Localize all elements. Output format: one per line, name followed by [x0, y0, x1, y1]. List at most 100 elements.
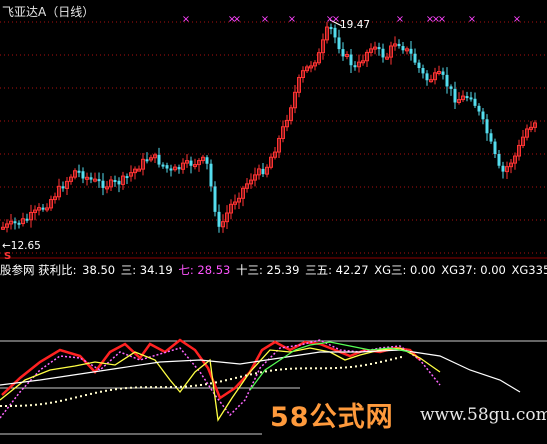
trend-dot	[250, 373, 252, 376]
trend-dot	[100, 390, 102, 393]
candle-body	[113, 180, 117, 183]
trend-dot	[205, 383, 207, 386]
candle-body	[145, 159, 149, 162]
trend-dot	[165, 386, 167, 389]
trend-dot	[370, 362, 372, 365]
trend-dot	[225, 379, 227, 382]
candle-body	[101, 180, 105, 188]
trend-dot	[215, 381, 217, 384]
trend-dot	[130, 386, 132, 389]
signal-marker: ×	[438, 14, 446, 25]
trend-dot	[185, 385, 187, 388]
indicator-values-row: 股参网 获利比: 38.50 三: 34.19 七: 28.53 十三: 25.…	[0, 262, 547, 278]
trend-dot	[310, 367, 312, 370]
trend-dot	[155, 386, 157, 389]
trend-dot	[150, 386, 152, 389]
signal-marker: ×	[468, 14, 476, 25]
trend-dot	[275, 369, 277, 372]
candle-body	[157, 154, 161, 165]
high-price-label: 19.47	[340, 19, 371, 31]
chart-title: 飞亚达A（日线）	[2, 5, 95, 19]
trend-dot	[260, 371, 262, 374]
trend-dot	[175, 385, 177, 388]
candle-body	[17, 222, 21, 225]
trend-dot	[50, 401, 52, 404]
trend-dot	[395, 357, 397, 360]
stock-chart-canvas: × ×× × × ×× × ××× × ×	[0, 14, 547, 435]
trend-dot	[140, 386, 142, 389]
trend-dot	[325, 367, 327, 370]
candle-body	[377, 47, 381, 50]
signal-marker: ×	[513, 14, 521, 25]
candle-body	[333, 27, 337, 38]
candle-body	[209, 163, 213, 187]
indicator-item: 38.50	[78, 263, 116, 277]
candle-body	[469, 97, 473, 100]
candle-body	[489, 133, 493, 142]
candle-body	[445, 74, 449, 87]
candle-body	[473, 98, 477, 106]
candle-body	[77, 170, 81, 173]
trend-dot	[330, 367, 332, 370]
trend-dot	[0, 405, 2, 407]
candle-body	[97, 179, 101, 182]
trend-dot	[300, 367, 302, 370]
trend-dot	[5, 404, 7, 407]
signal-marker: ×	[332, 14, 340, 25]
trend-dot	[400, 356, 402, 359]
candle-body	[25, 218, 29, 221]
trend-dot	[375, 361, 377, 364]
candle-body	[261, 168, 265, 175]
trend-dot	[315, 367, 317, 370]
trend-dot	[30, 404, 32, 407]
trend-dot	[55, 400, 57, 403]
trend-dot	[360, 364, 362, 367]
trend-dot	[265, 370, 267, 373]
candle-body	[417, 62, 421, 69]
candle-body	[397, 43, 401, 47]
indicator-item: 三: 34.19	[117, 263, 173, 277]
trend-dot	[245, 374, 247, 377]
trend-dot	[190, 385, 192, 388]
trend-dot	[335, 367, 337, 370]
candle-body	[329, 27, 333, 30]
candle-body	[485, 119, 489, 134]
trend-dot	[390, 358, 392, 361]
candle-body	[381, 48, 385, 58]
signal-marker: ×	[288, 14, 296, 25]
candle-body	[409, 48, 413, 54]
candle-body	[213, 186, 217, 212]
candle-body	[453, 88, 457, 103]
trend-dot	[105, 389, 107, 392]
trend-dot	[290, 367, 292, 370]
candle-body	[481, 111, 485, 120]
trend-dot	[120, 387, 122, 390]
trend-dot	[345, 366, 347, 369]
trend-dot	[295, 367, 297, 370]
trend-dot	[70, 397, 72, 400]
candlestick-series	[1, 19, 537, 233]
candle-body	[441, 71, 445, 75]
candle-body	[169, 168, 173, 171]
trend-dot	[365, 363, 367, 366]
trend-dot	[170, 386, 172, 389]
candle-body	[353, 65, 357, 68]
candle-body	[61, 186, 65, 189]
candle-body	[13, 221, 17, 224]
indicator-item: 三五: 42.27	[301, 263, 369, 277]
trend-dot	[220, 380, 222, 383]
indicator-item: XG335:	[511, 263, 547, 277]
trend-dot	[80, 395, 82, 398]
watermark-url: www.58gu.com	[420, 405, 547, 425]
trend-dot	[40, 403, 42, 406]
trend-dot	[110, 388, 112, 391]
trend-dot	[280, 368, 282, 371]
candle-body	[337, 37, 341, 50]
candle-body	[161, 164, 165, 167]
candle-body	[497, 154, 501, 166]
signal-marker: ×	[182, 14, 190, 25]
trend-dot	[85, 394, 87, 397]
trend-dot	[65, 398, 67, 401]
candle-body	[413, 53, 417, 63]
trend-dot	[115, 388, 117, 391]
